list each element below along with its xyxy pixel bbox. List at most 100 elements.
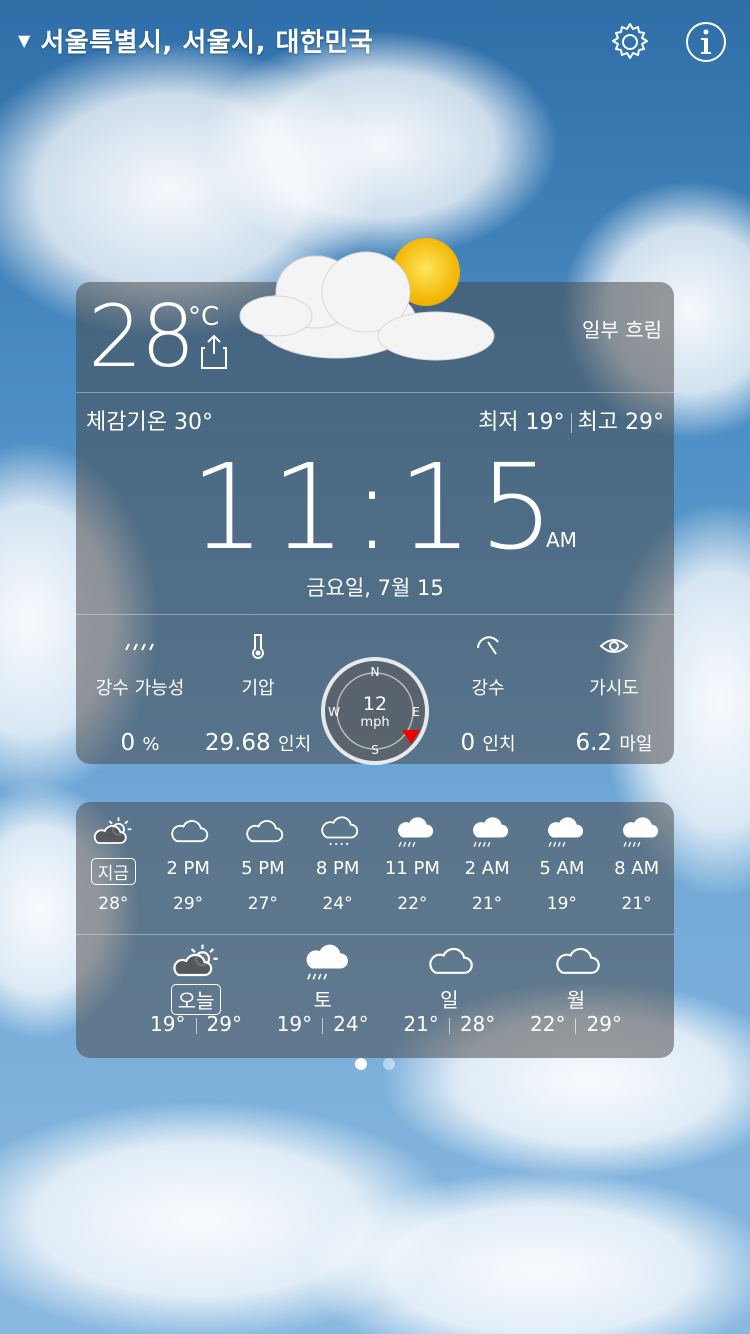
- stat-value: 6.2: [575, 730, 613, 756]
- partly-sunny-icon: [173, 944, 218, 977]
- stat-value: 29.68: [204, 730, 271, 756]
- hourly-temp: 19°: [546, 894, 577, 914]
- stat-unit: 인치: [278, 734, 312, 755]
- cloud-icon: [556, 947, 600, 974]
- cloud-rain-icon: [306, 944, 348, 980]
- hourly-temp: 28°: [98, 894, 129, 914]
- partly-cloudy-weather-icon: [239, 238, 495, 361]
- hourly-time: 8 PM: [315, 858, 360, 879]
- thermometer-icon: [252, 634, 264, 659]
- daily-low: 22°: [530, 1012, 566, 1036]
- hourly-item: 8 PM 24°: [303, 814, 373, 914]
- share-icon[interactable]: [200, 332, 228, 370]
- cloud-rain-icon: [473, 817, 509, 847]
- cloud-icon: [171, 820, 209, 843]
- hourly-item: 5 PM 27°: [228, 814, 298, 914]
- daily-high: 29°: [586, 1012, 622, 1036]
- hourly-forecast: 지금 28° 2 PM 29° 5 PM 27° 8 PM 24° 11 PM 22° 2 AM 21…: [76, 814, 674, 914]
- hourly-item: 2 PM 29°: [153, 814, 223, 914]
- hourly-temp: 24°: [322, 894, 353, 914]
- hourly-temp: 21°: [472, 894, 503, 914]
- location-selector[interactable]: ▼ 서울특별시, 서울시, 대한민국: [18, 22, 373, 59]
- hourly-time: 5 PM: [241, 858, 285, 879]
- daily-forecast: 오늘 19° 29° 토 19° 24° 일 21° 28° 월 22° 29°: [136, 942, 636, 1036]
- stat-label: 기압: [241, 678, 275, 699]
- caret-down-icon: ▼: [18, 31, 31, 50]
- page-dot[interactable]: [383, 1058, 395, 1070]
- divider: [76, 934, 674, 935]
- daily-high: 24°: [333, 1012, 369, 1036]
- hourly-item: 지금 28°: [78, 814, 148, 914]
- hourly-temp: 21°: [621, 894, 652, 914]
- stat-value: 0: [120, 730, 136, 756]
- daily-day: 오늘: [170, 984, 222, 1015]
- umbrella-icon: [477, 636, 499, 655]
- cloud-rain-icon: [547, 817, 583, 847]
- daily-item: 토 19° 24°: [263, 942, 383, 1036]
- partly-sunny-icon: [94, 817, 132, 844]
- hourly-temp: 29°: [173, 894, 204, 914]
- daily-item: 월 22° 29°: [516, 942, 636, 1036]
- daily-low: 19°: [276, 1012, 313, 1036]
- forecast-card: 지금 28° 2 PM 29° 5 PM 27° 8 PM 24° 11 PM 22° 2 AM 21…: [76, 802, 674, 1058]
- hourly-temp: 22°: [397, 894, 428, 914]
- hourly-item: 2 AM 21°: [452, 814, 522, 914]
- stat-unit: 마일: [619, 734, 653, 755]
- hourly-item: 5 AM 19°: [527, 814, 597, 914]
- clock-ampm: AM: [546, 528, 577, 552]
- cloud-drizzle-icon: [320, 816, 358, 846]
- stat-unit: 인치: [482, 734, 516, 755]
- cloud-rain-icon: [622, 817, 658, 847]
- clock-date: 금요일, 7월 15: [306, 576, 444, 600]
- wind-unit: mph: [360, 715, 389, 730]
- daily-low: 19°: [150, 1012, 186, 1036]
- divider: [76, 392, 674, 393]
- low-temp: 최저 19°: [478, 410, 565, 435]
- cloud-icon: [246, 820, 284, 843]
- daily-low: 21°: [403, 1012, 439, 1036]
- daily-high: 28°: [459, 1012, 496, 1036]
- clock-time: 11:15: [189, 438, 561, 576]
- stat-pressure: 기압 29.68 인치: [188, 632, 328, 756]
- daily-item: 일 21° 28°: [389, 942, 509, 1036]
- divider: [76, 614, 674, 615]
- temperature-unit: °C: [188, 302, 220, 332]
- compass-east: E: [412, 705, 420, 719]
- page-dot-active[interactable]: [355, 1058, 367, 1070]
- stat-visibility: 가시도 6.2 마일: [544, 632, 684, 756]
- compass-south: S: [371, 743, 379, 757]
- compass-west: W: [328, 705, 340, 719]
- hourly-time: 지금: [90, 858, 137, 885]
- hourly-time: 2 PM: [166, 858, 210, 879]
- hourly-temp: 27°: [247, 894, 278, 914]
- high-low: 최저 19° 최고 29°: [478, 404, 664, 436]
- location-name: 서울특별시, 서울시, 대한민국: [40, 28, 374, 58]
- daily-item: 오늘 19° 29°: [136, 942, 256, 1036]
- gear-icon[interactable]: [608, 20, 652, 64]
- stat-label: 강수: [471, 678, 505, 699]
- hourly-time: 2 AM: [464, 858, 510, 879]
- hourly-item: 8 AM 21°: [602, 814, 672, 914]
- daily-high: 29°: [206, 1012, 242, 1036]
- wind-compass: N E S W 12 mph: [321, 657, 429, 765]
- rain-drizzle-icon: [125, 643, 154, 651]
- hourly-time: 8 AM: [614, 858, 660, 879]
- hourly-time: 11 PM: [384, 858, 440, 879]
- high-temp: 최고 29°: [577, 410, 664, 435]
- stat-value: 0: [460, 730, 476, 756]
- daily-day: 일: [440, 988, 459, 1012]
- top-bar: ▼ 서울특별시, 서울시, 대한민국: [0, 0, 750, 84]
- hourly-item: 11 PM 22°: [377, 814, 447, 914]
- condition-text: 일부 흐림: [582, 318, 662, 342]
- cloud-rain-icon: [398, 817, 434, 847]
- stat-unit: %: [142, 734, 160, 755]
- compass-north: N: [371, 665, 380, 679]
- wind-speed: 12: [363, 693, 387, 715]
- page-indicator[interactable]: [0, 1058, 750, 1070]
- daily-day: 토: [313, 988, 332, 1012]
- info-icon[interactable]: [684, 20, 728, 64]
- stat-precipitation: 강수 0 인치: [418, 632, 558, 756]
- daily-day: 월: [566, 988, 586, 1012]
- eye-icon: [599, 639, 629, 653]
- hourly-time: 5 AM: [539, 858, 585, 879]
